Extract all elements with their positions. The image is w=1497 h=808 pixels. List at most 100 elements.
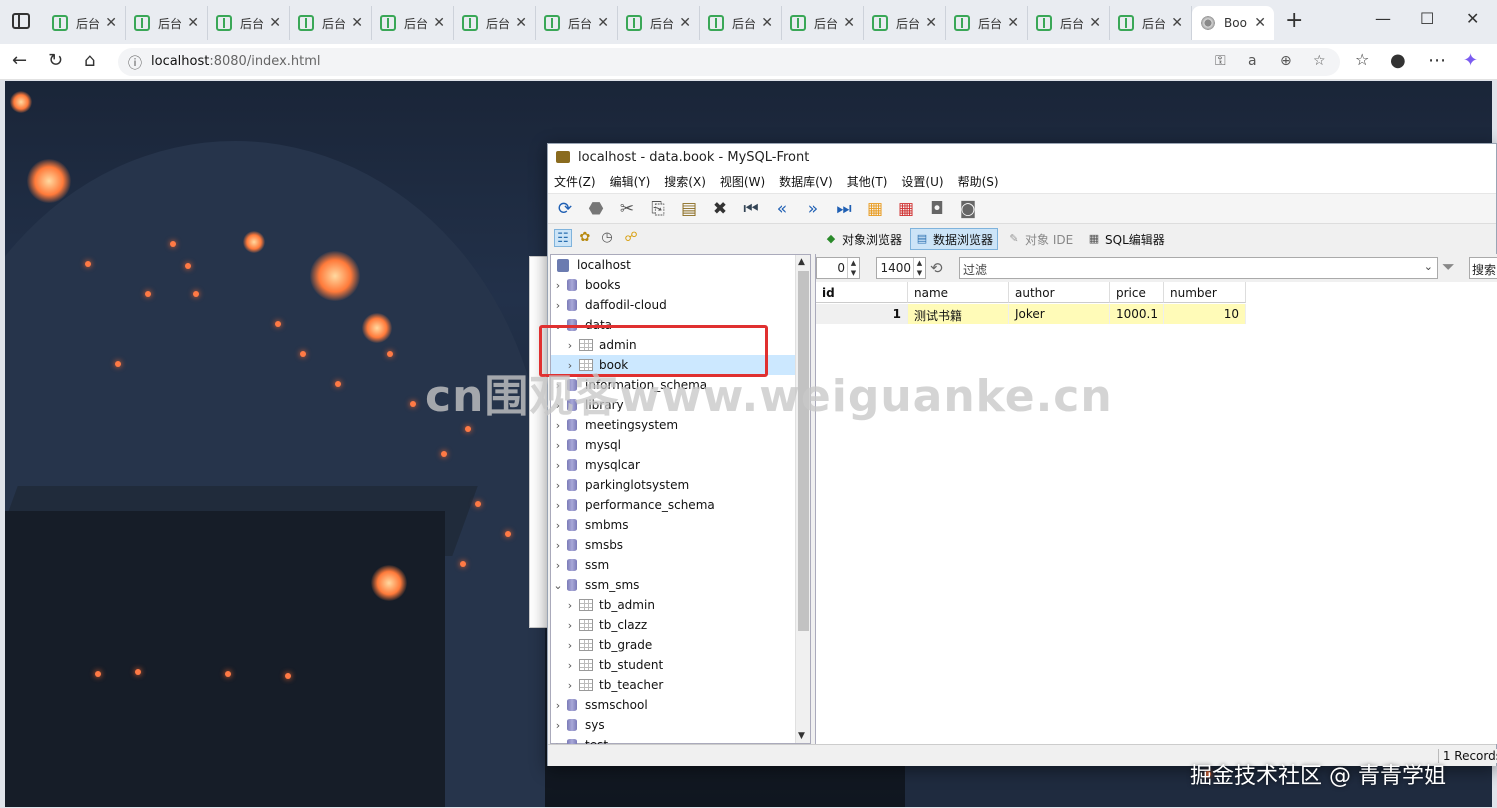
expand-chevron-icon[interactable]: › <box>563 619 577 632</box>
expand-chevron-icon[interactable]: › <box>551 479 565 492</box>
tree-item-ssm-sms[interactable]: ⌄ ssm_sms <box>551 575 799 595</box>
tree-item-ssmschool[interactable]: › ssmschool <box>551 695 799 715</box>
close-tab-icon[interactable]: ✕ <box>433 15 445 31</box>
browser-tab[interactable]: 后台 ✕ <box>700 6 782 40</box>
delete-icon[interactable]: ✖ <box>709 198 731 220</box>
profile-avatar[interactable]: ● <box>1390 50 1406 71</box>
table-cell[interactable]: Joker <box>1009 304 1110 324</box>
tree-scroll-thumb[interactable] <box>798 271 809 631</box>
expand-chevron-icon[interactable]: › <box>551 279 565 292</box>
table-cell[interactable]: 1000.1 <box>1110 304 1164 324</box>
new-tab-button[interactable]: + <box>1285 8 1303 33</box>
expand-chevron-icon[interactable]: › <box>551 519 565 532</box>
expand-chevron-icon[interactable]: ⌄ <box>551 579 565 592</box>
tab-object-browser[interactable]: ◆ 对象浏览器 <box>820 228 906 250</box>
table-cell[interactable]: 10 <box>1164 304 1246 324</box>
zoom-icon[interactable]: ⊕ <box>1280 53 1292 69</box>
tree-item-mysql[interactable]: › mysql <box>551 435 799 455</box>
tree-item-daffodil-cloud[interactable]: › daffodil-cloud <box>551 295 799 315</box>
table-cell[interactable]: 测试书籍 <box>908 304 1009 324</box>
browser-tab[interactable]: 后台 ✕ <box>1110 6 1192 40</box>
tree-scrollbar[interactable]: ▲ ▼ <box>795 255 810 743</box>
close-tab-icon[interactable]: ✕ <box>1254 15 1266 31</box>
key-icon[interactable]: ⚿ <box>1215 53 1226 69</box>
column-header-id[interactable]: id <box>816 282 908 303</box>
minimize-button[interactable]: — <box>1375 9 1391 28</box>
tree-item-parkinglotsystem[interactable]: › parkinglotsystem <box>551 475 799 495</box>
tree-item-smsbs[interactable]: › smsbs <box>551 535 799 555</box>
browser-tab[interactable]: 后台 ✕ <box>946 6 1028 40</box>
close-window-button[interactable]: ✕ <box>1466 9 1479 28</box>
close-tab-icon[interactable]: ✕ <box>269 15 281 31</box>
browser-tab[interactable]: Boo ✕ <box>1192 6 1274 40</box>
browser-tab[interactable]: 后台 ✕ <box>618 6 700 40</box>
table-cell[interactable]: 1 <box>816 304 908 324</box>
url-bar[interactable]: ⓘ localhost:8080/index.html ⚿ a ⊕ ☆ <box>118 48 1340 76</box>
menu-item[interactable]: 编辑(Y) <box>610 173 651 190</box>
close-tab-icon[interactable]: ✕ <box>1089 15 1101 31</box>
menu-item[interactable]: 搜索(X) <box>664 173 706 190</box>
limit-spinner[interactable]: 1400 ▲ ▼ <box>876 257 926 279</box>
expand-chevron-icon[interactable]: › <box>563 679 577 692</box>
close-tab-icon[interactable]: ✕ <box>187 15 199 31</box>
column-header-price[interactable]: price <box>1110 282 1164 303</box>
next-page-icon[interactable]: » <box>802 198 824 220</box>
menu-item[interactable]: 其他(T) <box>847 173 888 190</box>
tree-item-tb-grade[interactable]: › tb_grade <box>551 635 799 655</box>
tab-data-browser[interactable]: ▤ 数据浏览器 <box>910 228 999 250</box>
first-record-icon[interactable]: ⏮ <box>740 198 762 220</box>
tree-item-tb-clazz[interactable]: › tb_clazz <box>551 615 799 635</box>
limit-spin-buttons[interactable]: ▲ ▼ <box>913 258 925 278</box>
insert-record-icon[interactable]: ▦ <box>864 198 886 220</box>
window-title-bar[interactable]: localhost - data.book - MySQL-Front <box>548 144 1496 170</box>
menu-item[interactable]: 设置(U) <box>901 173 943 190</box>
expand-chevron-icon[interactable]: › <box>551 459 565 472</box>
browser-tab[interactable]: 后台 ✕ <box>126 6 208 40</box>
close-tab-icon[interactable]: ✕ <box>515 15 527 31</box>
browser-tab[interactable]: 后台 ✕ <box>44 6 126 40</box>
browser-tab[interactable]: 后台 ✕ <box>536 6 618 40</box>
close-tab-icon[interactable]: ✕ <box>105 15 117 31</box>
explorer-icon[interactable]: ☍ <box>622 229 640 247</box>
copy-icon[interactable]: ⎘ <box>647 198 669 220</box>
search-button[interactable]: 搜索 <box>1469 257 1497 279</box>
filter-funnel-icon[interactable]: ⏷ <box>1442 257 1455 277</box>
browser-tab[interactable]: 后台 ✕ <box>372 6 454 40</box>
history-clock-icon[interactable]: ◷ <box>598 229 616 247</box>
menu-item[interactable]: 帮助(S) <box>958 173 999 190</box>
close-tab-icon[interactable]: ✕ <box>679 15 691 31</box>
tree-item-tb-teacher[interactable]: › tb_teacher <box>551 675 799 695</box>
tree-item-smbms[interactable]: › smbms <box>551 515 799 535</box>
expand-chevron-icon[interactable]: › <box>551 719 565 732</box>
url-text[interactable]: localhost:8080/index.html <box>151 54 321 69</box>
browser-tab[interactable]: 后台 ✕ <box>782 6 864 40</box>
column-header-name[interactable]: name <box>908 282 1009 303</box>
delete-record-icon[interactable]: ▦ <box>895 198 917 220</box>
browser-tab[interactable]: 后台 ✕ <box>454 6 536 40</box>
browser-tab[interactable]: 后台 ✕ <box>290 6 372 40</box>
home-icon[interactable]: ⌂ <box>84 50 95 71</box>
stop-icon[interactable]: ⬣ <box>585 198 607 220</box>
favorite-star-icon[interactable]: ☆ <box>1313 53 1326 69</box>
favorites-icon[interactable]: ☆ <box>1355 50 1369 69</box>
expand-chevron-icon[interactable]: › <box>551 499 565 512</box>
back-arrow-icon[interactable]: ← <box>12 50 27 71</box>
offset-spin-buttons[interactable]: ▲ ▼ <box>847 258 859 278</box>
tree-item-tb-student[interactable]: › tb_student <box>551 655 799 675</box>
menu-item[interactable]: 数据库(V) <box>779 173 833 190</box>
expand-chevron-icon[interactable]: › <box>551 439 565 452</box>
refresh-icon[interactable]: ⟳ <box>554 198 576 220</box>
filter-combobox[interactable]: 过滤 ⌄ <box>959 257 1438 279</box>
tab-object-ide[interactable]: ✎ 对象 IDE <box>1003 228 1077 250</box>
copilot-icon[interactable]: ✦ <box>1463 50 1478 71</box>
close-tab-icon[interactable]: ✕ <box>1007 15 1019 31</box>
chevron-down-icon[interactable]: ⌄ <box>1424 260 1433 273</box>
tree-item-server[interactable]: localhost <box>551 255 799 275</box>
tree-item-books[interactable]: › books <box>551 275 799 295</box>
expand-chevron-icon[interactable]: › <box>551 539 565 552</box>
expand-chevron-icon[interactable]: › <box>563 599 577 612</box>
maximize-button[interactable]: ☐ <box>1420 9 1434 28</box>
expand-chevron-icon[interactable]: › <box>563 659 577 672</box>
close-tab-icon[interactable]: ✕ <box>1171 15 1183 31</box>
cut-icon[interactable]: ✂ <box>616 198 638 220</box>
